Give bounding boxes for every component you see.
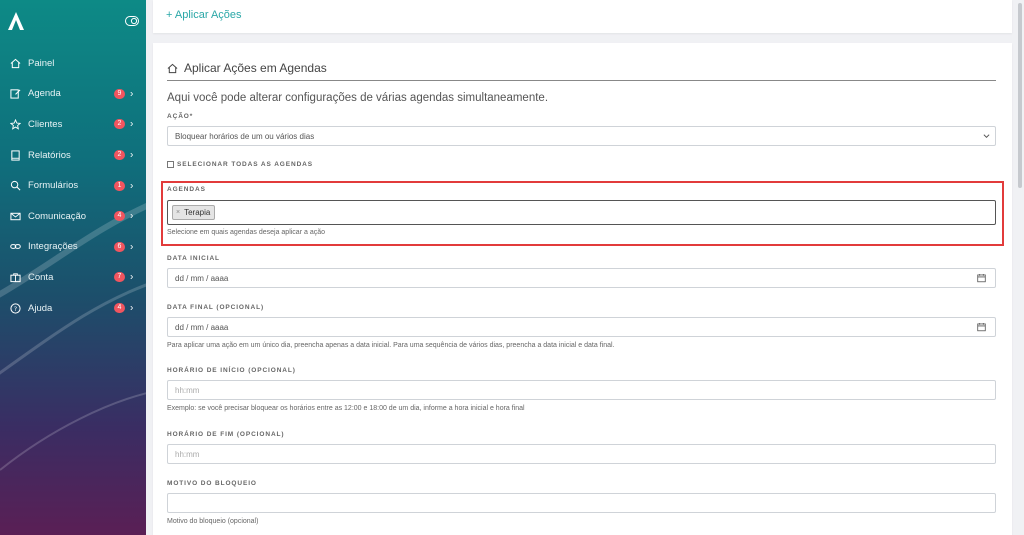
agendas-label: AGENDAS <box>167 186 206 193</box>
sidebar-item-label: Painel <box>28 57 55 69</box>
sidebar-nav: Painel Agenda 9 › Clientes 2 › Relatório… <box>0 48 146 323</box>
sidebar-item-label: Comunicação <box>28 210 87 222</box>
count-badge: 6 <box>114 241 125 252</box>
chevron-right-icon: › <box>130 210 134 222</box>
hora-inicio-input[interactable]: hh:mm <box>167 380 996 400</box>
data-help: Para aplicar uma ação em um único dia, p… <box>167 342 615 349</box>
briefcase-icon <box>9 271 21 283</box>
home-icon <box>167 63 178 73</box>
toggle-sidebar-icon[interactable] <box>125 16 139 26</box>
data-final-input[interactable]: dd / mm / aaaa <box>167 317 996 337</box>
acao-select-value: Bloquear horários de um ou vários dias <box>175 131 315 141</box>
page-title-text: Aplicar Ações em Agendas <box>184 61 327 75</box>
chevron-right-icon: › <box>130 118 134 130</box>
tag-remove-icon[interactable]: × <box>176 209 180 216</box>
scrollbar-thumb[interactable] <box>1018 3 1022 188</box>
sidebar-item-painel[interactable]: Painel <box>0 48 146 79</box>
sidebar-item-formularios[interactable]: Formulários 1 › <box>0 170 146 201</box>
count-badge: 2 <box>114 119 125 130</box>
link-icon <box>9 241 21 253</box>
chevron-right-icon: › <box>130 180 134 192</box>
motivo-help: Motivo do bloqueio (opcional) <box>167 518 259 525</box>
motivo-input[interactable] <box>167 493 996 513</box>
apply-actions-card: + Aplicar Ações <box>153 0 1012 33</box>
select-all-checkbox[interactable] <box>167 161 174 168</box>
divider <box>167 80 996 81</box>
count-badge: 9 <box>114 88 125 99</box>
sidebar-item-comunicacao[interactable]: Comunicação 4 › <box>0 201 146 232</box>
apply-actions-link[interactable]: + Aplicar Ações <box>166 9 242 21</box>
count-badge: 4 <box>114 303 125 314</box>
calendar-icon[interactable] <box>977 322 986 332</box>
book-icon <box>9 149 21 161</box>
intro-text: Aqui você pode alterar configurações de … <box>167 92 549 104</box>
count-badge: 7 <box>114 272 125 283</box>
agendas-multiselect[interactable]: × Terapia <box>167 200 996 225</box>
select-all-label: SELECIONAR TODAS AS AGENDAS <box>177 161 314 168</box>
sidebar-item-agenda[interactable]: Agenda 9 › <box>0 79 146 110</box>
acao-label: AÇÃO* <box>167 113 194 120</box>
data-final-label: DATA FINAL (OPCIONAL) <box>167 304 265 311</box>
hora-inicio-label: HORÁRIO DE INÍCIO (OPCIONAL) <box>167 367 296 374</box>
home-icon <box>9 57 21 69</box>
hora-fim-placeholder: hh:mm <box>175 449 200 459</box>
edit-icon <box>9 88 21 100</box>
chevron-right-icon: › <box>130 302 134 314</box>
count-badge: 4 <box>114 211 125 222</box>
svg-text:?: ? <box>13 304 16 312</box>
star-icon <box>9 118 21 130</box>
chevron-right-icon: › <box>130 271 134 283</box>
sidebar-item-clientes[interactable]: Clientes 2 › <box>0 109 146 140</box>
hora-help: Exemplo: se você precisar bloquear os ho… <box>167 405 525 412</box>
agenda-tag-label: Terapia <box>184 208 211 217</box>
count-badge: 1 <box>114 180 125 191</box>
data-final-placeholder: dd / mm / aaaa <box>175 322 229 332</box>
page-scrollbar[interactable] <box>1016 0 1024 535</box>
sidebar-item-label: Agenda <box>28 88 61 100</box>
sidebar-item-relatorios[interactable]: Relatórios 2 › <box>0 140 146 171</box>
sidebar-item-integracoes[interactable]: Integrações 6 › <box>0 232 146 263</box>
mail-icon <box>9 210 21 222</box>
chevron-right-icon: › <box>130 88 134 100</box>
hora-fim-input[interactable]: hh:mm <box>167 444 996 464</box>
sidebar-item-label: Relatórios <box>28 149 71 161</box>
main-content: + Aplicar Ações Aplicar Ações em Agendas… <box>146 0 1024 535</box>
sidebar-item-label: Clientes <box>28 118 63 130</box>
sidebar-item-label: Conta <box>28 271 54 283</box>
sidebar-item-label: Integrações <box>28 241 78 253</box>
help-icon: ? <box>9 302 21 314</box>
agenda-tag: × Terapia <box>172 205 216 220</box>
sidebar-item-ajuda[interactable]: ? Ajuda 4 › <box>0 293 146 324</box>
chevron-right-icon: › <box>130 241 134 253</box>
calendar-icon[interactable] <box>977 273 986 283</box>
agendas-help: Selecione em quais agendas deseja aplica… <box>167 229 325 236</box>
hora-inicio-placeholder: hh:mm <box>175 385 200 395</box>
sidebar-item-conta[interactable]: Conta 7 › <box>0 262 146 293</box>
motivo-label: MOTIVO DO BLOQUEIO <box>167 480 257 487</box>
data-inicial-input[interactable]: dd / mm / aaaa <box>167 268 996 288</box>
data-inicial-label: DATA INICIAL <box>167 255 220 262</box>
sidebar-item-label: Formulários <box>28 180 79 192</box>
data-inicial-placeholder: dd / mm / aaaa <box>175 273 229 283</box>
chevron-right-icon: › <box>130 149 134 161</box>
logo-icon[interactable] <box>8 12 24 30</box>
chevron-down-icon <box>983 134 990 139</box>
sidebar: Painel Agenda 9 › Clientes 2 › Relatório… <box>0 0 146 535</box>
select-all-checkbox-row[interactable]: SELECIONAR TODAS AS AGENDAS <box>167 161 313 168</box>
search-icon <box>9 180 21 192</box>
acao-select[interactable]: Bloquear horários de um ou vários dias <box>167 126 996 146</box>
sidebar-item-label: Ajuda <box>28 302 53 314</box>
apply-actions-form-card: Aplicar Ações em Agendas Aqui você pode … <box>153 43 1012 535</box>
hora-fim-label: HORÁRIO DE FIM (OPCIONAL) <box>167 431 285 438</box>
count-badge: 2 <box>114 150 125 161</box>
page-title: Aplicar Ações em Agendas <box>167 61 327 75</box>
